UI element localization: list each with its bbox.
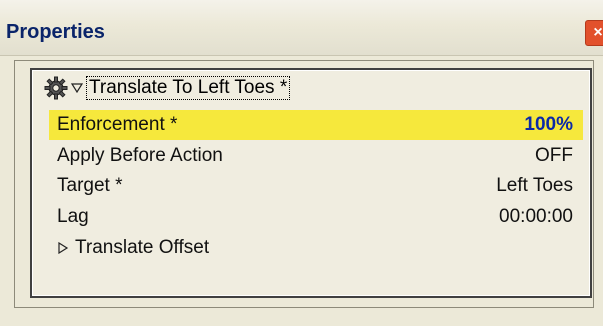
- property-value[interactable]: 100%: [524, 110, 573, 140]
- property-value[interactable]: OFF: [535, 141, 573, 171]
- triangle-right-icon[interactable]: [57, 242, 69, 254]
- window-title: Properties: [6, 21, 105, 43]
- property-value[interactable]: Left Toes: [496, 171, 573, 201]
- title-bar: Properties ×: [0, 0, 603, 56]
- close-icon: ×: [593, 24, 603, 41]
- property-row-apply-before-action[interactable]: Apply Before Action OFF: [49, 141, 583, 171]
- property-row-target[interactable]: Target * Left Toes: [49, 171, 583, 201]
- property-name: Target *: [57, 175, 123, 196]
- properties-window: Properties × Translate To Left Toes * En…: [0, 0, 603, 326]
- property-row-translate-offset[interactable]: Translate Offset: [49, 233, 583, 263]
- property-value[interactable]: 00:00:00: [499, 202, 573, 232]
- property-name: Translate Offset: [75, 237, 210, 258]
- group-header[interactable]: Translate To Left Toes *: [38, 72, 578, 102]
- constraint-name-label[interactable]: Translate To Left Toes *: [86, 76, 291, 100]
- property-name: Lag: [57, 206, 89, 227]
- property-name: Enforcement *: [57, 114, 178, 135]
- chevron-down-icon[interactable]: [71, 83, 83, 93]
- close-button[interactable]: ×: [585, 20, 603, 46]
- property-row-lag[interactable]: Lag 00:00:00: [49, 202, 583, 232]
- property-row-enforcement[interactable]: Enforcement * 100%: [49, 110, 583, 140]
- property-name: Apply Before Action: [57, 145, 223, 166]
- gear-icon[interactable]: [44, 76, 68, 100]
